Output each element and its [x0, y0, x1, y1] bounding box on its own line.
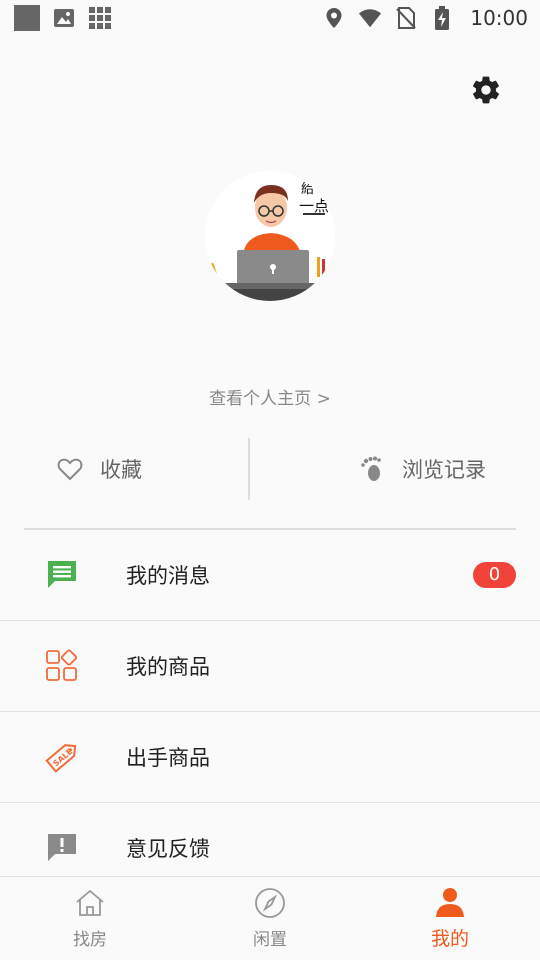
tab-find-house[interactable]: 找房 — [0, 877, 180, 960]
app-notification-icon — [14, 5, 40, 31]
avatar[interactable]: 給 一点 — [205, 171, 335, 301]
svg-text:給: 給 — [301, 182, 314, 197]
sale-tag-icon: SALE — [42, 737, 82, 777]
menu-item-label: 我的消息 — [126, 564, 210, 588]
heart-icon — [56, 455, 84, 483]
favorites-label: 收藏 — [100, 458, 142, 482]
image-notification-icon — [52, 6, 76, 30]
house-icon — [74, 887, 106, 919]
person-icon — [434, 886, 466, 918]
menu-item-label: 我的商品 — [126, 655, 210, 679]
message-icon — [42, 555, 82, 595]
no-sim-icon — [394, 6, 418, 30]
tab-label: 找房 — [73, 930, 107, 950]
favorites-button[interactable]: 收藏 — [56, 438, 142, 500]
menu-item-label: 出手商品 — [126, 746, 210, 770]
tab-idle[interactable]: 闲置 — [180, 877, 360, 960]
grid-icon — [42, 646, 82, 686]
stats-row: 收藏 浏览记录 — [0, 438, 540, 500]
message-count-badge: 0 — [473, 562, 516, 588]
tab-label: 我的 — [430, 928, 469, 950]
tab-label: 闲置 — [253, 930, 287, 950]
status-bar: 10:00 — [0, 0, 540, 36]
battery-charging-icon — [430, 6, 454, 30]
status-bar-system: 10:00 — [322, 6, 528, 30]
browsing-history-button[interactable]: 浏览记录 — [358, 438, 486, 500]
menu-list: 我的消息 0 我的商品 SALE 出手商品 意见反馈 — [0, 530, 540, 894]
location-icon — [322, 6, 346, 30]
settings-button[interactable] — [468, 72, 504, 108]
gear-icon — [473, 76, 499, 104]
clock-time: 10:00 — [470, 6, 528, 30]
tab-mine[interactable]: 我的 — [360, 877, 540, 960]
compass-icon — [254, 887, 286, 919]
view-homepage-link[interactable]: 查看个人主页 > — [0, 384, 540, 409]
svg-text:一点: 一点 — [299, 197, 329, 215]
feedback-icon — [42, 828, 82, 868]
avatar-illustration: 給 一点 — [205, 171, 335, 301]
status-bar-notifications — [14, 5, 112, 31]
menu-item-label: 意见反馈 — [126, 837, 210, 861]
wifi-icon — [358, 6, 382, 30]
footprint-icon — [358, 455, 386, 483]
stats-divider — [248, 438, 250, 500]
menu-item-sell-products[interactable]: SALE 出手商品 — [0, 712, 540, 803]
bottom-navigation: 找房 闲置 我的 — [0, 876, 540, 960]
history-label: 浏览记录 — [402, 458, 486, 482]
menu-item-my-messages[interactable]: 我的消息 0 — [0, 530, 540, 621]
grid-notification-icon — [88, 6, 112, 30]
menu-item-my-products[interactable]: 我的商品 — [0, 621, 540, 712]
